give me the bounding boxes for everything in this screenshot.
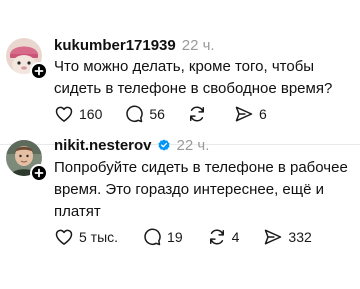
action-bar: 160 56 6 (54, 103, 289, 125)
post-header: kukumber171939 22 ч. (54, 37, 215, 54)
repost-icon (209, 229, 224, 245)
reply-button[interactable]: 56 (124, 103, 165, 125)
thread-post: nikit.nesterov 22 ч. Попробуйте сидеть в… (0, 137, 360, 289)
repost-button[interactable]: 4 (207, 226, 240, 248)
avatar[interactable] (6, 38, 48, 80)
post-text: Что можно делать, кроме того, чтобы сиде… (54, 58, 333, 97)
like-button[interactable]: 160 (54, 103, 102, 125)
plus-icon (34, 168, 44, 178)
post-header: nikit.nesterov 22 ч. (54, 137, 209, 154)
reply-count: 56 (149, 106, 165, 122)
repost-icon (189, 106, 204, 122)
like-button[interactable]: 5 тыс. (54, 226, 118, 248)
like-count: 5 тыс. (79, 229, 119, 245)
send-icon (235, 106, 253, 122)
username-link[interactable]: kukumber171939 (54, 37, 176, 54)
heart-icon (55, 229, 73, 245)
action-bar: 5 тыс. 19 4 332 (54, 226, 336, 248)
share-count: 332 (288, 229, 312, 245)
post-text: Попробуйте сидеть в телефоне в рабочее в… (54, 159, 348, 220)
like-count: 160 (79, 106, 103, 122)
repost-button[interactable] (187, 103, 212, 125)
timestamp: 22 ч. (176, 137, 210, 154)
reply-count: 19 (167, 229, 183, 245)
share-count: 6 (258, 106, 267, 122)
repost-count: 4 (231, 229, 240, 245)
thread-post: kukumber171939 22 ч. Что можно делать, кр… (0, 0, 360, 145)
username-link[interactable]: nikit.nesterov (54, 137, 152, 154)
comment-icon (126, 105, 144, 123)
plus-icon (34, 66, 44, 76)
heart-icon (55, 106, 73, 122)
share-button[interactable]: 332 (263, 226, 312, 248)
reply-button[interactable]: 19 (142, 226, 183, 248)
comment-icon (144, 228, 161, 246)
share-button[interactable]: 6 (234, 103, 267, 125)
send-icon (265, 229, 282, 245)
follow-button[interactable] (30, 164, 48, 182)
timestamp: 22 ч. (181, 37, 215, 54)
follow-button[interactable] (30, 62, 48, 80)
verified-badge-icon (157, 139, 170, 151)
avatar[interactable] (6, 140, 48, 182)
